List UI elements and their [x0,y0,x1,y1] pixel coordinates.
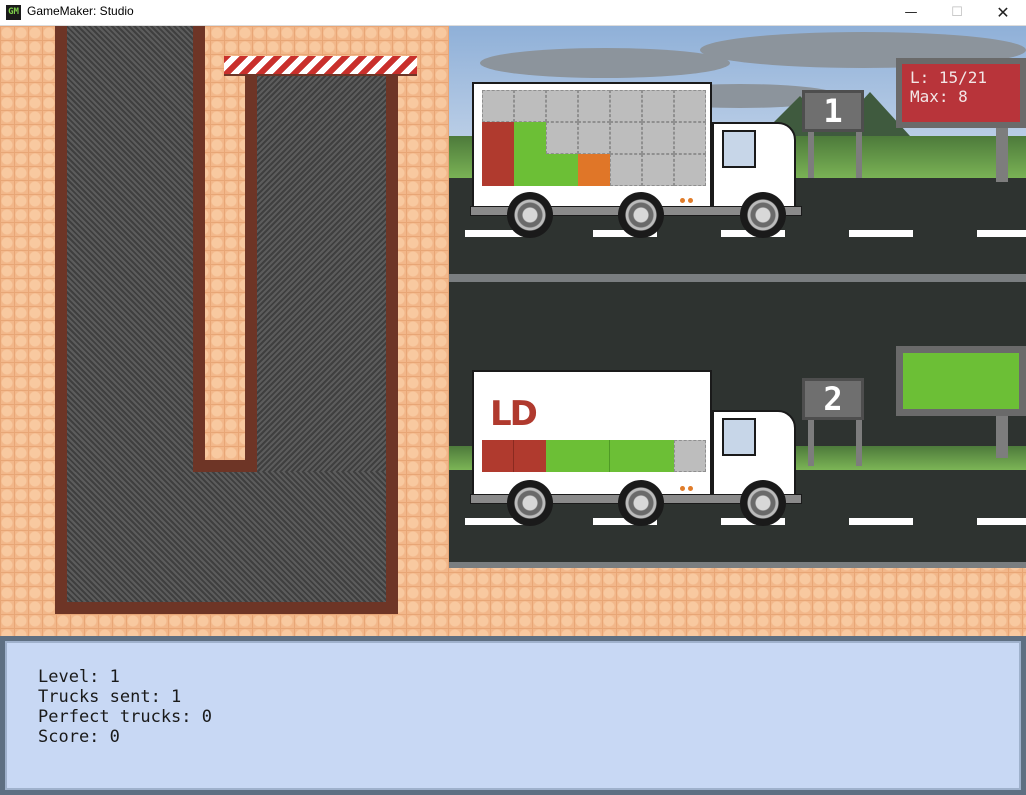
scoreboard-post [996,122,1008,182]
maximize-button[interactable]: ☐ [934,0,980,26]
lane-marking [977,518,1026,525]
trucks-sent-text: Trucks sent: 1 [38,687,182,707]
cargo-block-green [610,440,674,472]
lane-marking [977,230,1026,237]
stats-box: Level: 1 Trucks sent: 1 Perfect trucks: … [5,641,1021,790]
wheel [618,192,664,238]
score-text: Score: 0 [38,727,120,747]
wheel [507,480,553,526]
board-post [996,410,1008,458]
game-canvas[interactable]: 1 L: 15/21 Max: 8 LD 2 [0,26,1026,636]
lane-sign-1: 1 [802,90,864,132]
chute-frame-inner-right [245,74,257,472]
green-board-screen [903,353,1019,409]
cargo-block-green [546,154,578,186]
cargo-block-red [482,122,514,186]
title-bar: GM GameMaker: Studio — ☐ ✕ [0,0,1026,26]
wheel [740,192,786,238]
road-edge [449,562,1026,568]
minimize-button[interactable]: — [888,0,934,26]
perfect-trucks-text: Perfect trucks: 0 [38,707,212,727]
road-divider [449,274,1026,282]
max-readout: Max: 8 [910,87,968,106]
cargo-block-red [482,440,514,472]
scoreboard-screen: L: 15/21 Max: 8 [902,64,1020,122]
chute-frame-inner [193,26,205,472]
level-load-readout: L: 15/21 [910,68,988,87]
cargo-slot-empty [674,440,706,472]
conveyor-belt-down [67,26,193,472]
conveyor-awning [224,56,417,76]
sign-post [808,126,814,178]
cargo-row-2[interactable] [482,440,706,472]
level-text: Level: 1 [38,667,120,687]
wheel [507,192,553,238]
sign-post [808,414,814,466]
lane-marking [849,518,913,525]
tail-lights [680,476,700,491]
wheel [618,480,664,526]
cargo-block-green [546,440,610,472]
sign-post [856,126,862,178]
wheel [740,480,786,526]
info-panel: Level: 1 Trucks sent: 1 Perfect trucks: … [0,636,1026,795]
scoreboard: L: 15/21 Max: 8 [896,58,1026,128]
tail-lights [680,188,700,203]
window-title: GameMaker: Studio [27,4,134,18]
cargo-block-red [514,440,546,472]
lane-sign-2: 2 [802,378,864,420]
cab-window [722,418,756,456]
truck-logo: LD [490,394,538,434]
cab-window [722,130,756,168]
trailer-2 [472,370,712,500]
chute-frame-left [55,26,67,614]
chute-frame-bottom [55,602,398,614]
chute-frame-right [386,74,398,614]
conveyor-belt-turn [67,472,386,602]
sign-post [856,414,862,466]
cargo-block-green [514,122,546,186]
lane-marking [849,230,913,237]
cargo-block-orange [578,154,610,186]
green-board [896,346,1026,416]
gamemaker-icon: GM [6,5,21,20]
close-button[interactable]: ✕ [980,0,1026,26]
cloud [480,48,730,78]
conveyor-belt-up [257,74,386,472]
